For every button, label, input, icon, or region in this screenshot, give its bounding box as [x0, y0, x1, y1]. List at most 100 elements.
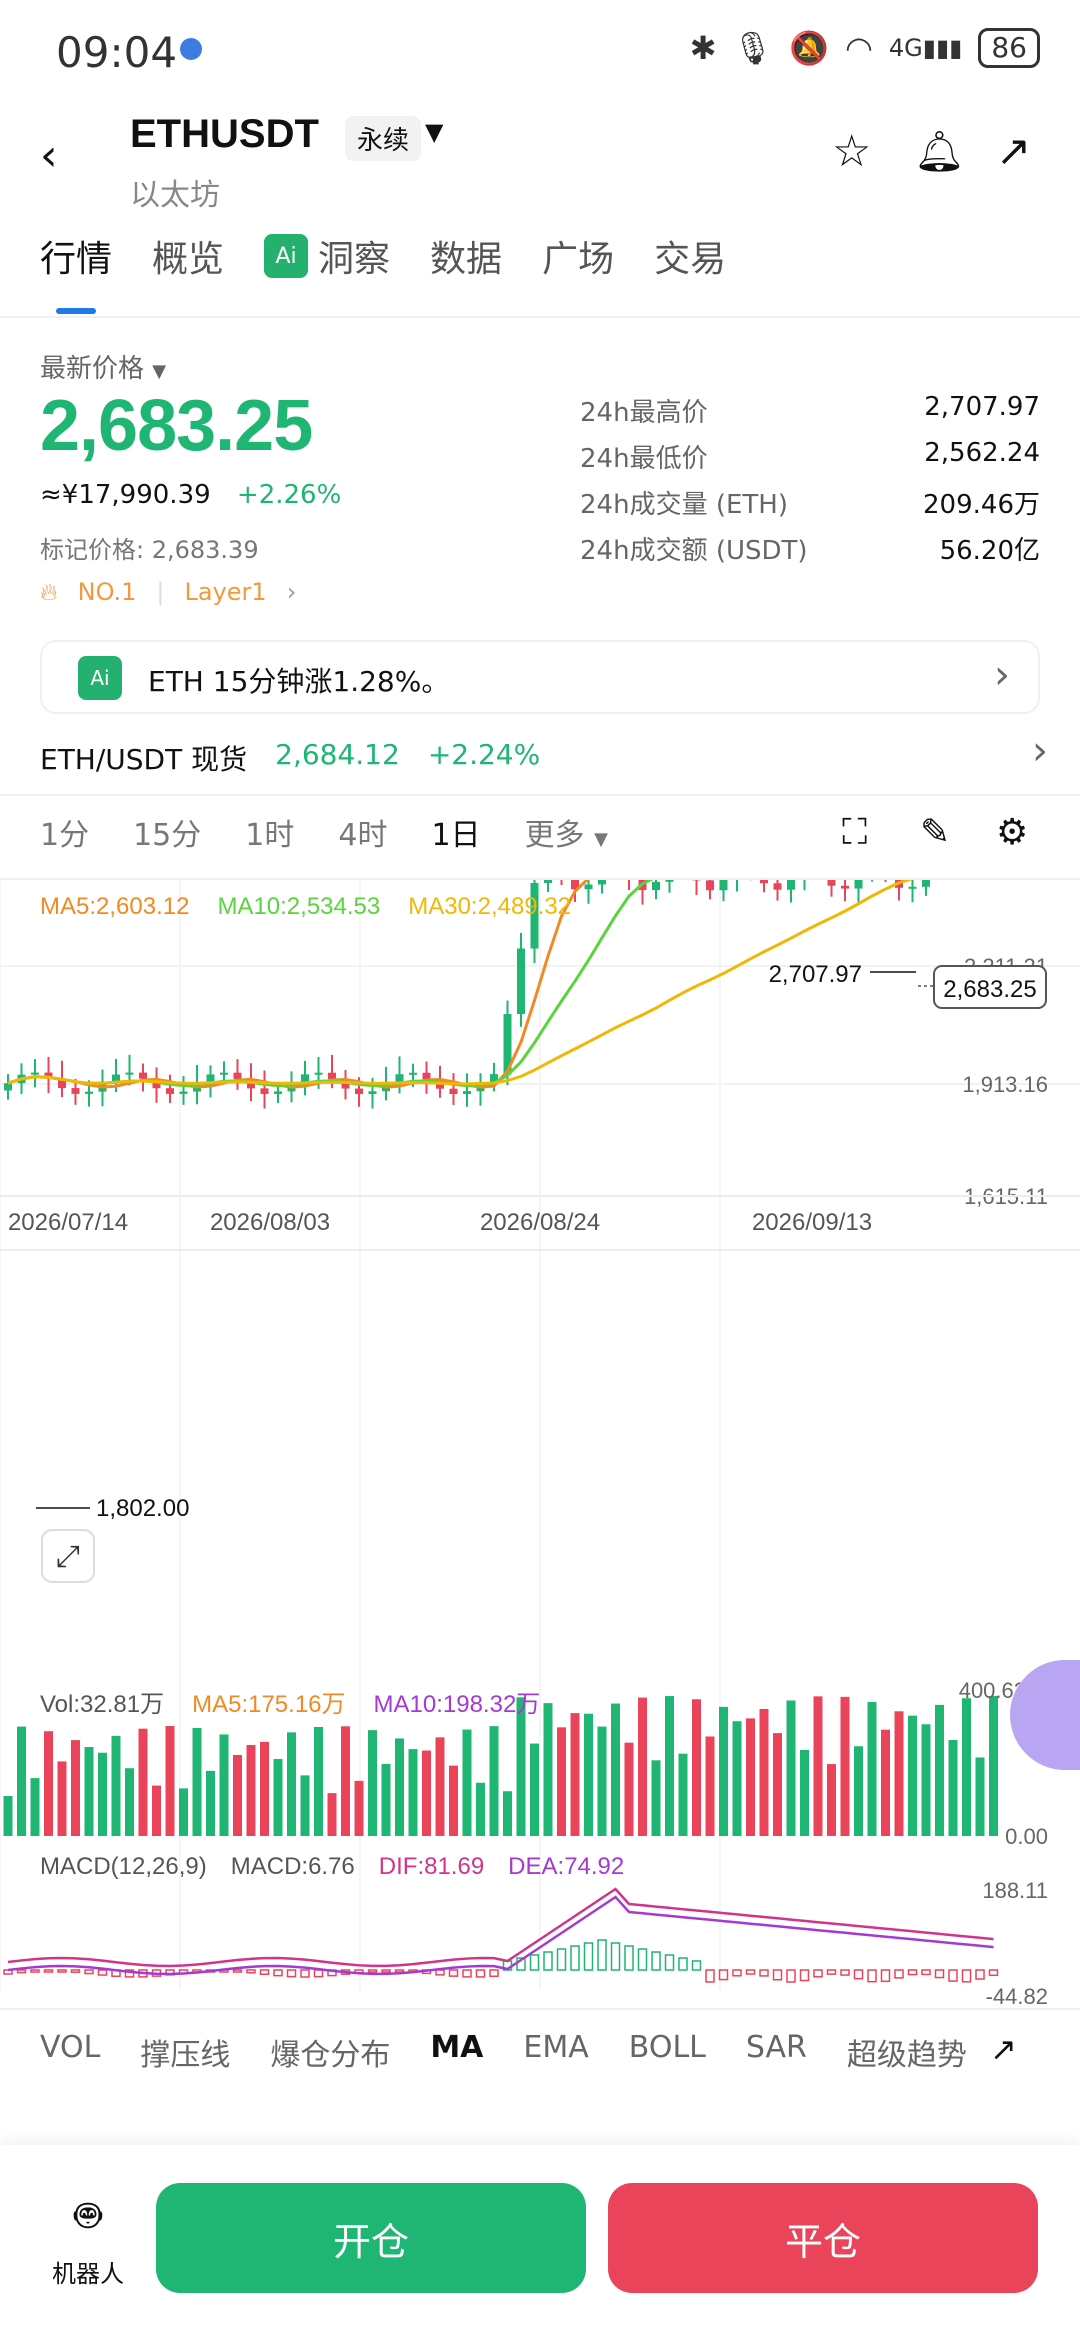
chart-svg[interactable]: 2,807.312,509.262,211.211,913.161,615.11… [0, 730, 1080, 2010]
volume-bar [530, 1743, 539, 1836]
macd-bar [799, 1969, 810, 1982]
tab-insight[interactable]: Ai 洞察 [264, 230, 390, 282]
pair-title[interactable]: ETHUSDT [130, 112, 319, 157]
indicator-boll[interactable]: BOLL [629, 2030, 706, 2074]
mark-price: 标记价格: 2,683.39 [40, 536, 259, 564]
macd-bar [907, 1969, 918, 1976]
macd-bar [30, 1969, 40, 1973]
volume-bar [840, 1696, 850, 1836]
app-notification-icon [180, 38, 202, 60]
volume-bar [935, 1704, 944, 1836]
macd-bar [259, 1969, 270, 1975]
open-position-button[interactable]: 开仓 [156, 2183, 586, 2293]
active-tab-indicator [56, 308, 96, 314]
macd-bar [705, 1969, 715, 1983]
indicator-ma[interactable]: MA [430, 2030, 483, 2074]
interval-1d[interactable]: 1日 [431, 810, 480, 854]
caret-down-icon[interactable]: ▼ [425, 118, 443, 146]
indicator-support[interactable]: 撑压线 [140, 2030, 230, 2074]
volume-axis-label: 0.00 [1005, 1824, 1048, 1849]
close-position-button[interactable]: 平仓 [608, 2183, 1038, 2293]
indicator-ema[interactable]: EMA [523, 2030, 588, 2074]
asset-name: 以太坊 [130, 178, 220, 213]
header: ‹ ETHUSDT 永续 ▼ 以太坊 ☆ 🔔︎ ↗ [0, 100, 1080, 220]
share-icon[interactable]: ↗ [996, 126, 1031, 175]
volume-bar [719, 1706, 728, 1836]
macd-bar [948, 1969, 958, 1982]
back-icon[interactable]: ‹ [40, 130, 58, 181]
robot-button[interactable]: 🤖︎ 机器人 [40, 2185, 136, 2289]
settings-icon[interactable]: ⚙ [996, 812, 1028, 853]
macd-bar [84, 1969, 94, 1975]
volume-bar [395, 1738, 404, 1836]
volume-bar [327, 1793, 337, 1836]
high-label: 2,707.97 [769, 961, 862, 988]
interval-1m[interactable]: 1分 [40, 810, 89, 854]
dea-line [7, 1895, 994, 1976]
volume-bar [624, 1742, 634, 1836]
indicator-sar[interactable]: SAR [746, 2030, 807, 2074]
indicator-supertrend[interactable]: 超级趋势 [847, 2030, 967, 2074]
volume-bar [476, 1782, 485, 1836]
macd-bar [570, 1945, 580, 1971]
macd-bar [543, 1951, 553, 1971]
candle-body [665, 864, 674, 882]
interval-4h[interactable]: 4时 [338, 810, 387, 854]
interval-1h[interactable]: 1时 [245, 810, 294, 854]
macd-bar [286, 1969, 297, 1978]
latest-price-label[interactable]: 最新价格 ▼ [40, 348, 166, 385]
tab-square[interactable]: 广场 [542, 230, 614, 282]
contract-type-badge[interactable]: 永续 [345, 116, 422, 161]
status-bar: 09:04 ✱ 🎙 🔕 ◠ 4G▮▮▮ 86 [0, 0, 1080, 100]
macd-bar [975, 1969, 985, 1980]
tab-overview[interactable]: 概览 [152, 230, 224, 282]
tab-market[interactable]: 行情 [40, 230, 112, 282]
macd-bar [394, 1969, 405, 1973]
volume-bar [975, 1757, 985, 1836]
volume-bar [827, 1764, 836, 1836]
macd-bar [435, 1969, 445, 1976]
volume-bar [651, 1760, 661, 1836]
rank-badge: NO.1 [77, 578, 137, 606]
stat-volume: 24h成交量 (ETH) 209.46万 [580, 490, 1040, 520]
candle-body [314, 1072, 323, 1075]
spot-row[interactable]: ETH/USDT 现货 2,684.12 +2.24% [40, 738, 540, 778]
volume-bar [341, 1726, 350, 1836]
volume-bar [989, 1696, 998, 1836]
interval-more[interactable]: 更多 ▼ [525, 810, 608, 854]
draw-icon[interactable]: ✎ [920, 812, 950, 853]
interval-15m[interactable]: 15分 [133, 810, 201, 854]
badges[interactable]: 🔥︎ NO.1 | Layer1 › [40, 578, 296, 606]
bell-icon[interactable]: 🔔︎ [914, 128, 965, 175]
fullscreen-icon[interactable]: ⛶ [842, 812, 867, 854]
candle-body [827, 868, 836, 886]
kline-chart[interactable]: 2,807.312,509.262,211.211,913.161,615.11… [0, 730, 1080, 2010]
macd-legend: MACD(12,26,9) MACD:6.76 DIF:81.69 DEA:74… [40, 1853, 624, 1881]
indicator-settings-icon[interactable]: ↗ [990, 2030, 1017, 2068]
macd-bar [921, 1969, 931, 1976]
vol-ma5-label: MA5:175.16万 [192, 1691, 346, 1718]
dea-value: DEA:74.92 [508, 1853, 625, 1880]
ai-insight-banner[interactable]: Ai ETH 15分钟涨1.28%。 › [40, 640, 1040, 714]
tab-data[interactable]: 数据 [430, 230, 502, 282]
candle-body [166, 1088, 174, 1094]
candle-body [260, 1088, 269, 1094]
volume-bar [125, 1768, 134, 1836]
volume-bar [503, 1791, 512, 1836]
candle-body [584, 884, 593, 890]
volume-bar [557, 1727, 566, 1836]
tab-trade[interactable]: 交易 [654, 230, 726, 282]
chevron-right-icon: › [286, 578, 297, 606]
spot-label: ETH/USDT 现货 [40, 743, 248, 776]
macd-bar [853, 1969, 864, 1980]
main-tabs: 行情 概览 Ai 洞察 数据 广场 交易 [40, 230, 726, 282]
candle-body [449, 1088, 458, 1095]
volume-bar [233, 1755, 242, 1836]
chevron-right-icon[interactable]: › [1032, 728, 1048, 774]
spot-price: 2,684.12 [275, 738, 400, 771]
star-icon[interactable]: ☆ [832, 126, 871, 177]
indicator-liquidation[interactable]: 爆仓分布 [270, 2030, 390, 2074]
volume-bar [71, 1740, 80, 1836]
indicator-vol[interactable]: VOL [40, 2030, 100, 2074]
volume-bar [462, 1729, 472, 1836]
